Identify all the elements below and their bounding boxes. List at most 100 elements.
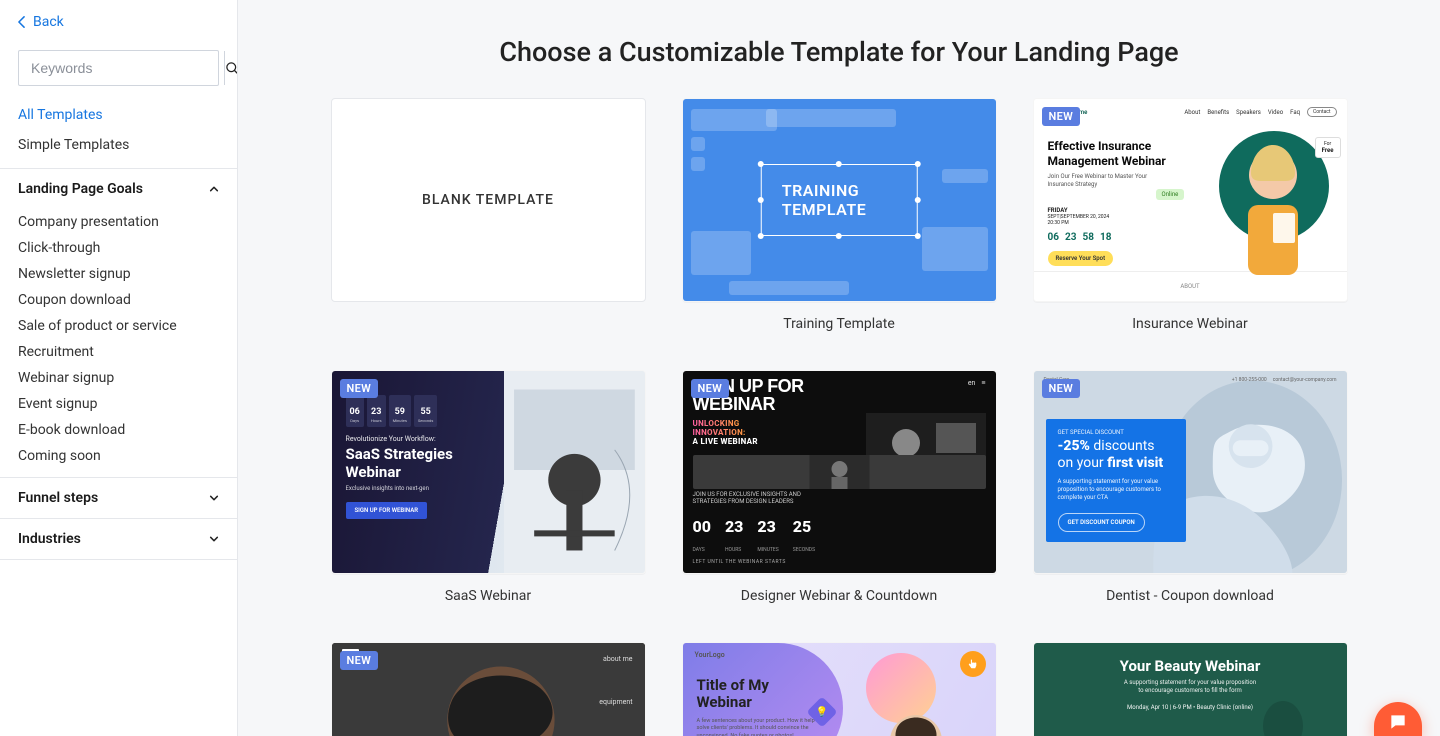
badge-new: NEW [1042,107,1081,126]
saas-cta: SIGN UP FOR WEBINAR [346,502,428,519]
back-button[interactable]: Back [0,0,237,38]
insurance-footer: ABOUT [1034,271,1347,301]
template-title-saas: SaaS Webinar [331,588,646,604]
sidebar-item-coming-soon[interactable]: Coming soon [0,443,237,469]
insurance-countdown: 06 23 58 18 [1048,232,1166,243]
template-card-insurance[interactable]: NEW Logo Name About Benefits Speakers Vi… [1033,98,1348,332]
designer-sub: UNLOCKING INNOVATION: A LIVE WEBINAR [693,419,758,446]
template-card-designer[interactable]: NEW en≡ SIGN UP FORWEBINAR UNLOCKING INN… [682,370,997,604]
photographer-menu: about me equipment services prices clien… [599,653,632,736]
chat-icon [1388,712,1408,732]
search-input[interactable] [19,60,224,76]
search-container [0,38,237,100]
sidebar-link-all-templates[interactable]: All Templates [0,100,237,130]
insurance-nav: Logo Name About Benefits Speakers Video … [1044,107,1337,117]
beauty-title: Your Beauty Webinar A supporting stateme… [1034,657,1347,711]
sidebar-item-webinar-signup[interactable]: Webinar signup [0,365,237,391]
template-thumb-photographer: NEW AB AlexanderBennett Professional Pho… [331,642,646,736]
decorative-box [942,169,988,183]
chevron-down-icon [209,534,219,544]
sidebar-item-company-presentation[interactable]: Company presentation [0,209,237,235]
template-thumb-dentist: NEW Dental Care +1 800-255-000contact@yo… [1033,370,1348,574]
template-thumb-designer: NEW en≡ SIGN UP FORWEBINAR UNLOCKING INN… [682,370,997,574]
sidebar: Back All Templates Simple Templates Land… [0,0,238,736]
training-template-label: TRAINING TEMPLATE [761,164,918,236]
accordion-goals-header[interactable]: Landing Page Goals [0,169,237,209]
accordion-funnel: Funnel steps [0,478,237,519]
accordion-industries-title: Industries [18,531,81,547]
chevron-down-icon [209,493,219,503]
saas-right-image [504,371,645,573]
main-content: Choose a Customizable Template for Your … [238,0,1440,736]
insurance-text: Effective InsuranceManagement Webinar Jo… [1048,139,1166,266]
dentist-topbar: Dental Care +1 800-255-000contact@your-c… [1044,377,1337,383]
page-title: Choose a Customizable Template for Your … [238,36,1440,68]
search-button[interactable] [224,51,238,85]
accordion-goals-title: Landing Page Goals [18,181,143,197]
sidebar-item-ebook-download[interactable]: E-book download [0,417,237,443]
chevron-up-icon [209,184,219,194]
badge-online: Online [1156,189,1185,200]
accordion-industries-header[interactable]: Industries [0,519,237,559]
saas-countdown: 06Days 23Hours 59Minutes 55Seconds [346,395,438,427]
template-thumb-insurance: NEW Logo Name About Benefits Speakers Vi… [1033,98,1348,302]
sidebar-item-event-signup[interactable]: Event signup [0,391,237,417]
dentist-bg: Dental Care +1 800-255-000contact@your-c… [1034,371,1347,573]
template-title-dentist: Dentist - Coupon download [1033,588,1348,604]
designer-countdown: 00DAYS 23HOURS 23MINUTES 25SECONDS [693,517,816,555]
dentist-cta: GET DISCOUNT COUPON [1058,513,1145,532]
insurance-hero: For Free Effective InsuranceManagement W… [1048,127,1333,265]
designer-headline: SIGN UP FORWEBINAR [693,377,986,413]
designer-photo-row [693,455,986,489]
dentist-panel: GET SPECIAL DISCOUNT -25% discountson yo… [1046,419,1186,542]
template-card-blank[interactable]: BLANK TEMPLATE [331,98,646,332]
badge-free: For Free [1315,137,1341,158]
training-label-text: TRAINING TEMPLATE [782,181,867,219]
template-card-dentist[interactable]: NEW Dental Care +1 800-255-000contact@yo… [1033,370,1348,604]
hand-pointer-icon [960,651,986,677]
insurance-cta: Reserve Your Spot [1048,251,1114,266]
accordion-industries: Industries [0,519,237,560]
chevron-left-icon [18,16,25,28]
back-label: Back [33,14,64,30]
template-thumb-beauty: Your Beauty Webinar A supporting stateme… [1033,642,1348,736]
insurance-bg: Logo Name About Benefits Speakers Video … [1034,99,1347,301]
template-title-designer: Designer Webinar & Countdown [682,588,997,604]
template-card-training[interactable]: TRAINING TEMPLATE Training Template [682,98,997,332]
search-icon [225,61,238,76]
decorative-box [691,157,705,171]
sidebar-item-coupon-download[interactable]: Coupon download [0,287,237,313]
decorative-box [766,109,896,127]
search-box [18,50,219,86]
accordion-funnel-title: Funnel steps [18,490,98,506]
template-thumb-purple-webinar: YourLogo 💡 Title of MyWebinar A few sent… [682,642,997,736]
designer-join-text: JOIN US FOR EXCLUSIVE INSIGHTS AND STRAT… [693,491,986,505]
decorative-box [922,227,988,271]
template-thumb-saas: NEW LO:GO 06Days 23Hours 5 [331,370,646,574]
template-grid: BLANK TEMPLATE TRAINING TEMPLATE [238,98,1440,736]
decorative-box [691,109,777,131]
accordion-funnel-header[interactable]: Funnel steps [0,478,237,518]
template-card-saas[interactable]: NEW LO:GO 06Days 23Hours 5 [331,370,646,604]
template-card-beauty[interactable]: Your Beauty Webinar A supporting stateme… [1033,642,1348,736]
template-card-purple-webinar[interactable]: YourLogo 💡 Title of MyWebinar A few sent… [682,642,997,736]
sidebar-item-recruitment[interactable]: Recruitment [0,339,237,365]
badge-new: NEW [340,651,379,670]
template-thumb-blank: BLANK TEMPLATE [331,98,646,302]
purple-text: Title of MyWebinar A few sentences about… [697,677,827,736]
designer-left-label: LEFT UNTIL THE WEBINAR STARTS [693,559,786,565]
purple-logo: YourLogo [695,651,725,659]
saas-text: Revolutionize Your Workflow: SaaS Strate… [346,435,453,519]
sidebar-item-sale[interactable]: Sale of product or service [0,313,237,339]
template-card-photographer[interactable]: NEW AB AlexanderBennett Professional Pho… [331,642,646,736]
decorative-box [729,281,849,295]
sidebar-item-newsletter-signup[interactable]: Newsletter signup [0,261,237,287]
template-thumb-training: TRAINING TEMPLATE [682,98,997,302]
sidebar-link-simple-templates[interactable]: Simple Templates [0,130,237,160]
template-title-training: Training Template [682,316,997,332]
badge-new: NEW [340,379,379,398]
photographer-bg [332,643,645,736]
template-title-insurance: Insurance Webinar [1033,316,1348,332]
sidebar-item-click-through[interactable]: Click-through [0,235,237,261]
accordion-goals-body: Company presentation Click-through Newsl… [0,209,237,477]
